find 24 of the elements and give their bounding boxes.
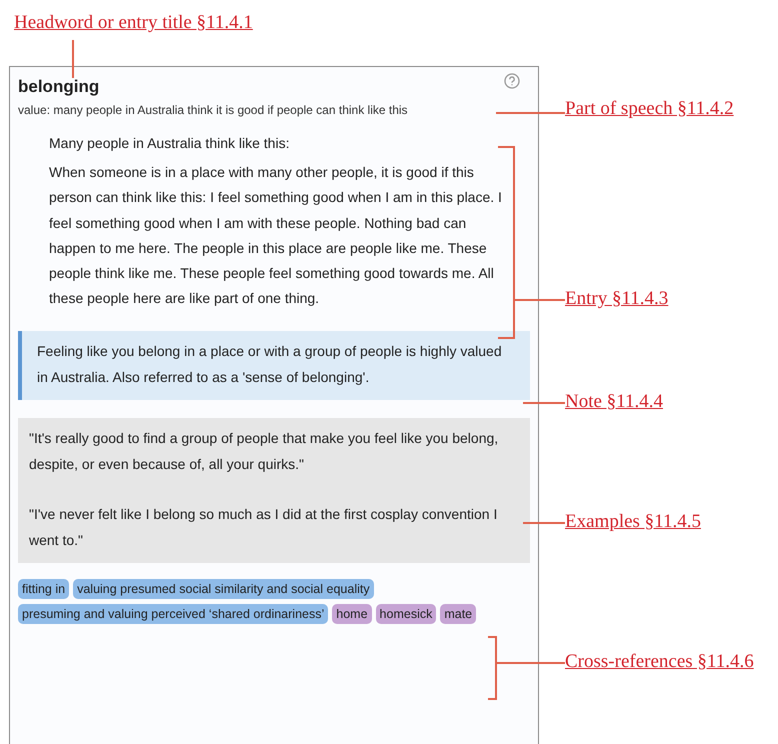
note-box: Feeling like you belong in a place or with a group of people is highly valued in Australia. Also referred to as a 'sense of belonging'. — [18, 331, 530, 400]
cross-reference-tag[interactable]: homesick — [376, 604, 436, 624]
headword: belonging — [18, 77, 100, 97]
callout-label: Part of speech §11.4.2 — [565, 98, 734, 120]
example-text: "I've never felt like I belong so much as I did at the first cosplay convention I went to." — [29, 505, 498, 550]
leader-line — [523, 402, 565, 404]
leader-line — [523, 522, 565, 524]
cross-reference-tag[interactable]: valuing presumed social similarity and social equality — [73, 579, 374, 600]
part-of-speech: value: many people in Australia think it is good if people can think like this — [18, 103, 409, 117]
callout-label: Cross-references §11.4.6 — [565, 651, 754, 673]
help-icon[interactable] — [504, 73, 520, 89]
leader-line — [496, 112, 565, 114]
callout-label: Note §11.4.4 — [565, 391, 663, 413]
cross-reference-tag[interactable]: mate — [440, 604, 476, 624]
example-text: "It's really good to find a group of people that make you feel like you belong, despite, or even because of, all your quirks." — [29, 429, 500, 474]
leader-line — [72, 40, 74, 78]
cross-reference-tag[interactable]: presuming and valuing perceived ‘shared ordinariness’ — [18, 604, 328, 624]
callout-label: Examples §11.4.5 — [565, 511, 701, 533]
cross-reference-tag[interactable]: fitting in — [18, 579, 70, 600]
callout-label: Entry §11.4.3 — [565, 288, 668, 310]
callout-label: Headword or entry title §11.4.1 — [14, 12, 253, 34]
definition-text: Many people in Australia think like this: — [49, 134, 290, 153]
cross-reference-tag[interactable]: home — [332, 604, 372, 624]
definition-text: When someone is in a place with many other people, it is good if this person can think like this: I feel something good when I am in this place. I feel something good when I am with these people. Nothing bad can happen to me here. The people in this place are people like me. These people think like me. These people feel something good towards me. All these people here are like part of one thing. — [49, 163, 503, 308]
